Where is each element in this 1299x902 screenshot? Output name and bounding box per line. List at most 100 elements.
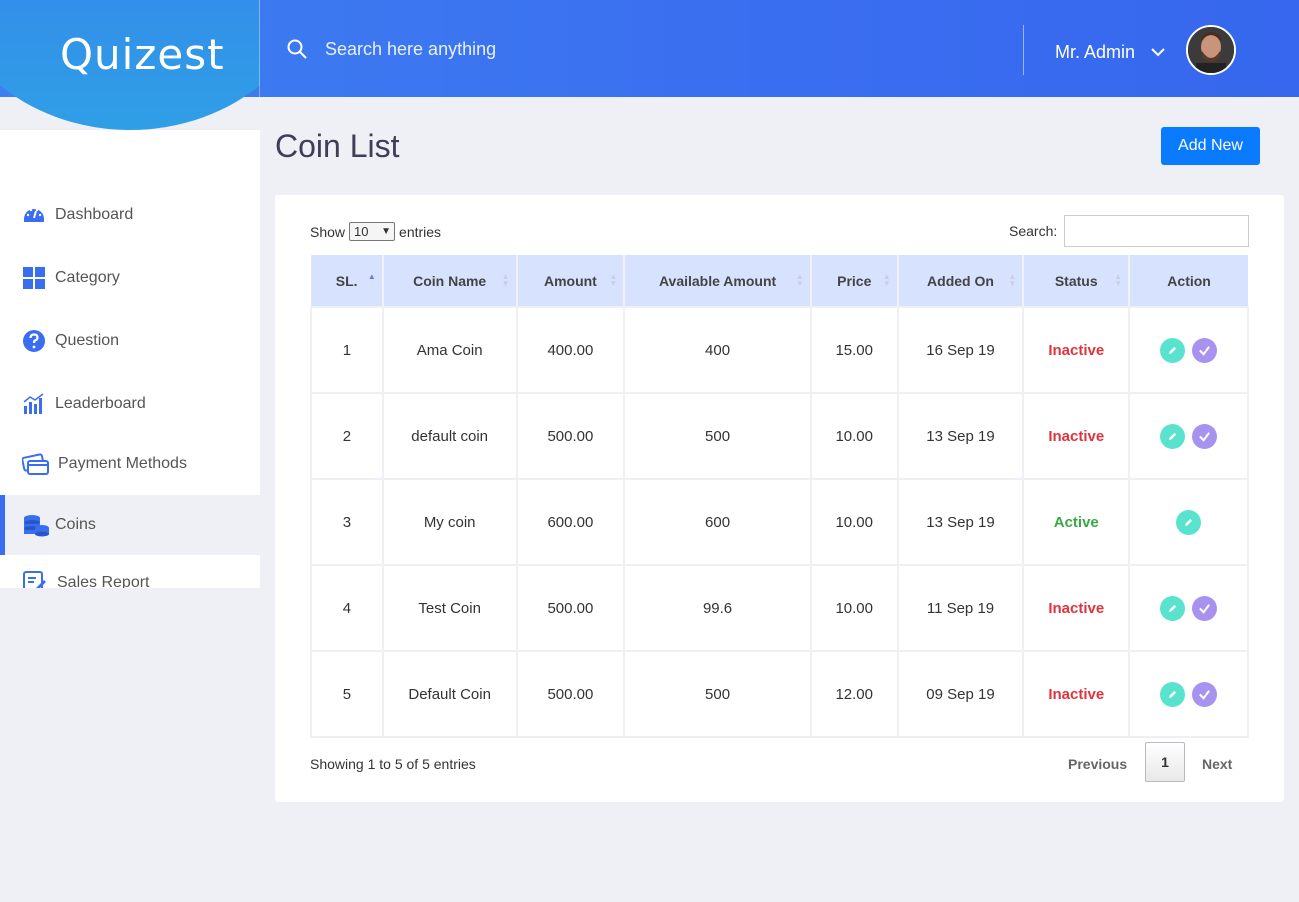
- avatar-photo: [1188, 27, 1234, 73]
- cell-added: 16 Sep 19: [896, 306, 1025, 394]
- global-search-input[interactable]: Search here anything: [325, 39, 496, 60]
- cell-available: 500: [623, 650, 812, 738]
- pencil-icon: [1168, 604, 1177, 612]
- page-title: Coin List: [275, 128, 400, 164]
- sidebar-item-sales-report[interactable]: Sales Report: [0, 555, 260, 588]
- sidebar-item-label: Payment Methods: [58, 455, 187, 472]
- row-actions: [1160, 337, 1218, 363]
- activate-button[interactable]: [1192, 595, 1218, 621]
- coin-list-card: Show 10 ▼ entries Search: SL. ▲ Coin Name…: [275, 195, 1284, 802]
- entries-select[interactable]: 10 ▼: [349, 222, 396, 241]
- column-header-coin-name[interactable]: Coin Name ▲ ▼: [381, 255, 517, 307]
- dashboard-gauge-icon: [24, 208, 44, 222]
- column-header-added-on[interactable]: Added On ▲ ▼: [896, 255, 1024, 307]
- column-header-status[interactable]: Status ▲ ▼: [1022, 255, 1130, 307]
- sort-icon: ▲ ▼: [501, 272, 510, 288]
- cell-available: 500: [623, 392, 812, 480]
- column-header-label: Available Amount: [658, 272, 777, 289]
- cell-amount: 500.00: [515, 392, 626, 480]
- cell-available: 400: [623, 306, 812, 394]
- table-header-row: SL. ▲ Coin Name ▲ ▼ Amount ▲ ▼ Available Amou…: [310, 255, 1248, 307]
- sort-icon: ▲ ▼: [609, 272, 618, 288]
- logo[interactable]: Quizest: [60, 30, 225, 79]
- activate-button[interactable]: [1192, 681, 1218, 707]
- sidebar-item-label: Coins: [55, 516, 96, 533]
- cell-added: 11 Sep 19: [896, 564, 1025, 652]
- cell-status: Inactive: [1022, 392, 1131, 480]
- cell-price: 12.00: [809, 650, 899, 738]
- cell-action: [1128, 478, 1249, 566]
- show-label: Show: [310, 223, 346, 240]
- search-icon[interactable]: [287, 39, 307, 59]
- add-new-button[interactable]: Add New: [1161, 127, 1260, 165]
- report-edit-icon: [23, 571, 46, 588]
- cell-available: 600: [623, 478, 812, 566]
- entries-length-control: Show 10 ▼ entries: [310, 222, 441, 241]
- grid-icon: [23, 267, 45, 289]
- edit-button[interactable]: [1160, 595, 1186, 621]
- table-row: 2 default coin 500.00 500 10.00 13 Sep 19 Inac…: [310, 392, 1249, 480]
- sidebar-item-label: Sales Report: [57, 574, 150, 588]
- table-row: 4 Test Coin 500.00 99.6 10.00 11 Sep 19 Inacti…: [310, 564, 1249, 652]
- pagination-next[interactable]: Next: [1202, 756, 1232, 772]
- cell-added: 13 Sep 19: [896, 392, 1025, 480]
- edit-button[interactable]: [1160, 423, 1186, 449]
- column-header-label: Status: [1054, 272, 1098, 289]
- cell-name: My coin: [381, 478, 518, 566]
- sidebar-item-question[interactable]: Question: [0, 311, 260, 371]
- table-row: 1 Ama Coin 400.00 400 15.00 16 Sep 19 Inactive: [310, 306, 1249, 394]
- pagination-page-button[interactable]: 1: [1145, 742, 1185, 782]
- pencil-icon: [1168, 346, 1177, 354]
- activate-button[interactable]: [1192, 337, 1218, 363]
- logo-area: Quizest: [0, 0, 260, 130]
- edit-button[interactable]: [1160, 681, 1186, 707]
- user-menu-name[interactable]: Mr. Admin: [1055, 42, 1135, 63]
- pencil-icon: [1184, 518, 1193, 526]
- cell-status: Inactive: [1022, 306, 1131, 394]
- sort-icon: ▲ ▼: [795, 272, 804, 288]
- sidebar-item-category[interactable]: Category: [0, 248, 260, 308]
- edit-button[interactable]: [1176, 509, 1202, 535]
- bar-chart-icon: [23, 393, 44, 414]
- sort-icon: ▲: [367, 272, 376, 281]
- column-header-amount[interactable]: Amount ▲ ▼: [515, 255, 625, 307]
- cell-amount: 500.00: [515, 564, 626, 652]
- cell-price: 15.00: [809, 306, 899, 394]
- sidebar-item-payment-methods[interactable]: Payment Methods: [0, 434, 260, 494]
- chevron-down-icon[interactable]: [1150, 44, 1166, 60]
- sidebar-item-label: Dashboard: [55, 206, 134, 223]
- column-header-action: Action: [1128, 255, 1248, 307]
- column-header-available-amount[interactable]: Available Amount ▲ ▼: [623, 255, 811, 307]
- cell-amount: 600.00: [515, 478, 626, 566]
- sidebar-item-coins[interactable]: Coins: [0, 495, 260, 555]
- check-icon: [1199, 689, 1211, 700]
- cell-name: Test Coin: [381, 564, 518, 652]
- column-header-price[interactable]: Price ▲ ▼: [809, 255, 898, 307]
- sort-icon: ▲ ▼: [1008, 272, 1017, 288]
- table-info: Showing 1 to 5 of 5 entries: [310, 756, 476, 772]
- cell-name: default coin: [381, 392, 518, 480]
- column-header-label: Coin Name: [413, 272, 487, 289]
- cell-action: [1128, 650, 1249, 738]
- avatar[interactable]: [1186, 25, 1236, 75]
- cell-available: 99.6: [623, 564, 812, 652]
- table-row: 5 Default Coin 500.00 500 12.00 09 Sep 19 Inac…: [310, 650, 1249, 738]
- coins-stack-icon: [24, 515, 49, 537]
- column-header-label: Added On: [927, 272, 994, 289]
- edit-button[interactable]: [1160, 337, 1186, 363]
- pagination-previous[interactable]: Previous: [1068, 756, 1127, 772]
- select-arrow-icon: ▼: [381, 226, 392, 237]
- cell-action: [1128, 392, 1249, 480]
- cell-amount: 400.00: [515, 306, 626, 394]
- cell-amount: 500.00: [515, 650, 626, 738]
- cell-sl: 2: [310, 392, 384, 480]
- entries-select-value: 10: [354, 224, 369, 239]
- sidebar-item-dashboard[interactable]: Dashboard: [0, 185, 260, 245]
- sidebar-item-leaderboard[interactable]: Leaderboard: [0, 374, 260, 434]
- table-search-input[interactable]: [1064, 215, 1249, 247]
- activate-button[interactable]: [1192, 423, 1218, 449]
- column-header-sl[interactable]: SL. ▲: [310, 255, 383, 307]
- pencil-icon: [1168, 432, 1177, 440]
- coin-table: SL. ▲ Coin Name ▲ ▼ Amount ▲ ▼ Available Amou…: [310, 255, 1249, 738]
- column-header-label: Amount: [543, 272, 597, 289]
